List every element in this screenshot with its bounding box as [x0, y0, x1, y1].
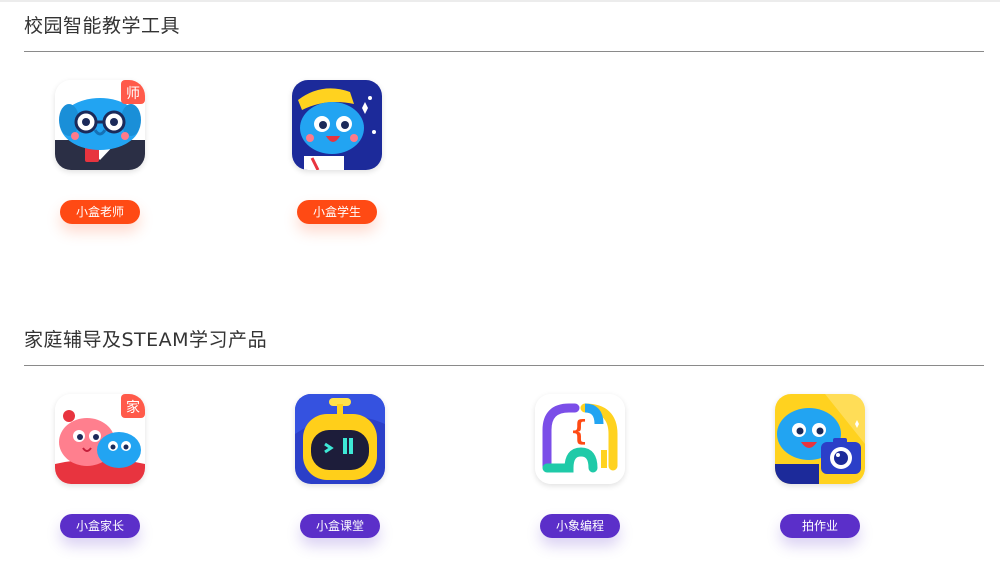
app-label-pill[interactable]: 小盒课堂: [300, 514, 380, 538]
app-label-pill[interactable]: 小盒学生: [297, 200, 377, 224]
parent-app-icon[interactable]: 家: [55, 394, 145, 484]
app-card-homework[interactable]: 拍作业: [760, 394, 880, 538]
student-app-icon[interactable]: [292, 80, 382, 170]
app-label-pill[interactable]: 小象编程: [540, 514, 620, 538]
camera-homework-app-icon[interactable]: [775, 394, 865, 484]
elephant-coding-app-icon[interactable]: {: [535, 394, 625, 484]
section-title: 校园智能教学工具: [24, 15, 181, 37]
app-list: 家 小盒家长 小盒课堂 {小象编程 拍作业: [24, 366, 984, 565]
app-card-parent[interactable]: 家 小盒家长: [40, 394, 160, 538]
teacher-app-icon[interactable]: 师: [55, 80, 145, 170]
app-label-pill[interactable]: 拍作业: [780, 514, 860, 538]
app-card-teacher[interactable]: 师 小盒老师: [40, 80, 160, 224]
app-card-student[interactable]: 小盒学生: [277, 80, 397, 224]
teacher-badge: 师: [126, 86, 140, 102]
app-card-coding[interactable]: { 小象编程: [520, 394, 640, 538]
app-label-pill[interactable]: 小盒家长: [60, 514, 140, 538]
section-title: 家庭辅导及STEAM学习产品: [24, 329, 268, 351]
robot-classroom-app-icon[interactable]: [295, 394, 385, 484]
top-divider: [0, 0, 1000, 2]
parent-badge: 家: [126, 399, 140, 416]
family-steam-section: 家庭辅导及STEAM学习产品 家 小盒家长 小盒课堂 {小象编程 拍作业: [24, 322, 984, 565]
app-card-classroom[interactable]: 小盒课堂: [280, 394, 400, 538]
campus-tools-section: 校园智能教学工具 师 小盒老师 小盒学生: [24, 8, 984, 252]
app-label-pill[interactable]: 小盒老师: [60, 200, 140, 224]
svg-text:{: {: [571, 414, 588, 447]
app-list: 师 小盒老师 小盒学生: [24, 52, 984, 252]
